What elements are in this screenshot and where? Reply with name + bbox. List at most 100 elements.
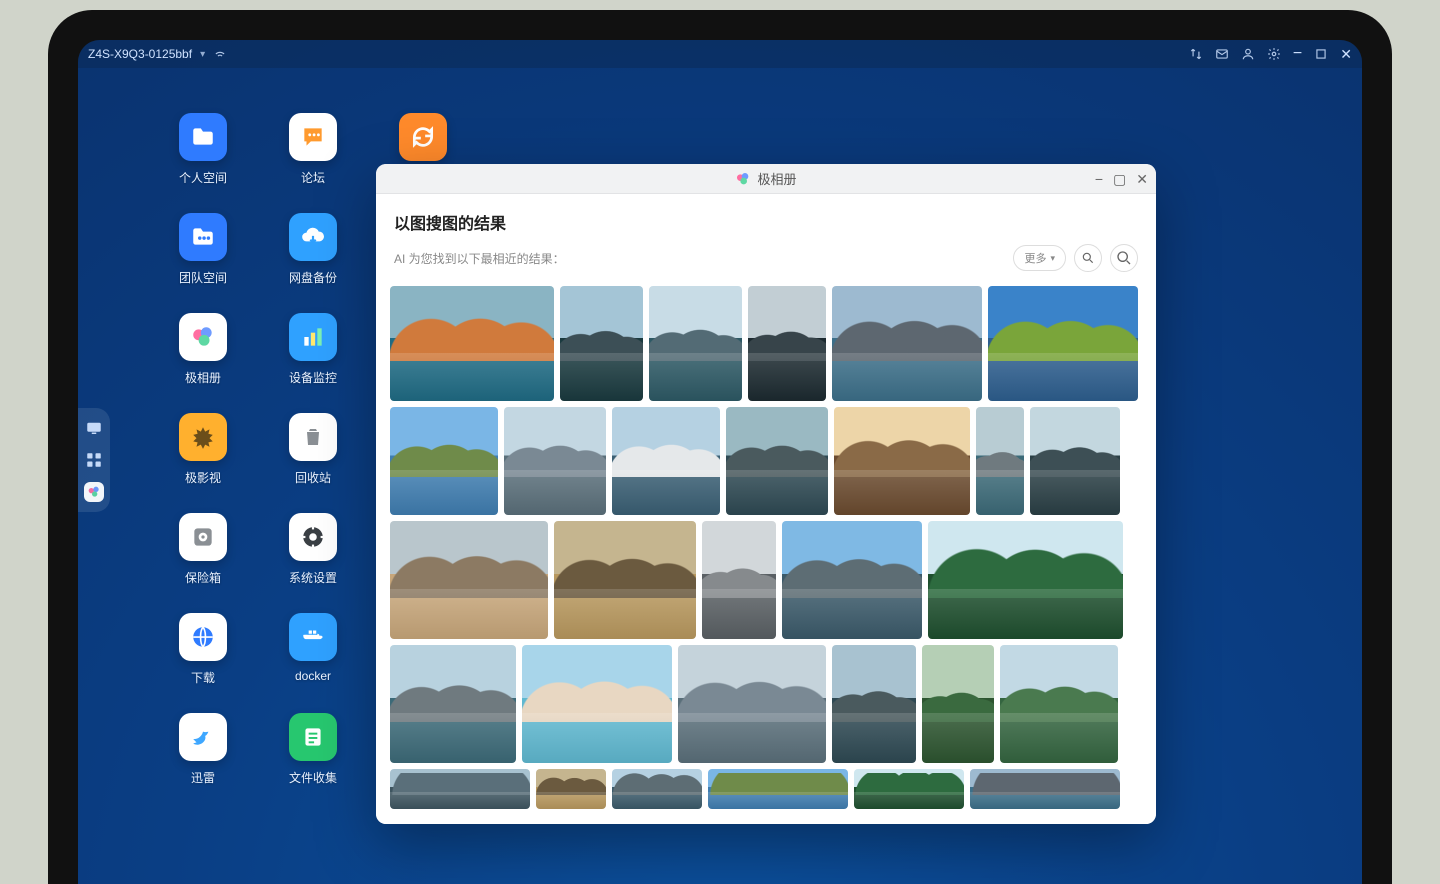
maximize-icon[interactable] [1314,47,1328,61]
desktop-app-personal-space[interactable]: 个人空间 [148,113,258,213]
forum-icon [289,113,337,161]
result-thumbnail[interactable] [970,769,1120,809]
desktop-app-forum[interactable]: 论坛 [258,113,368,213]
window-titlebar[interactable]: 极相册 − ▢ ✕ [376,164,1156,194]
result-thumbnail[interactable] [390,286,554,401]
result-thumbnail[interactable] [854,769,964,809]
desktop-app-xunlei[interactable]: 迅雷 [148,713,258,813]
app-label: 保险箱 [185,569,221,586]
file-collect-icon [289,713,337,761]
app-label: 网盘备份 [289,269,337,286]
desktop-app-trash[interactable]: 回收站 [258,413,368,513]
app-label: docker [295,669,331,683]
app-label: 团队空间 [179,269,227,286]
result-thumbnail[interactable] [976,407,1024,515]
window-title: 极相册 [757,169,796,188]
result-thumbnail[interactable] [390,645,516,763]
result-thumbnail[interactable] [832,286,982,401]
desktop-app-docker[interactable]: docker [258,613,368,713]
cloud-backup-icon [289,213,337,261]
result-thumbnail[interactable] [988,286,1138,401]
vault-icon [179,513,227,561]
result-thumbnail[interactable] [612,769,702,809]
sync-icon [399,113,447,161]
result-thumbnail[interactable] [922,645,994,763]
zoom-large-button[interactable] [1110,244,1138,272]
app-label: 极相册 [185,369,221,386]
result-thumbnail[interactable] [708,769,848,809]
result-thumbnail[interactable] [928,521,1123,639]
desktop-app-download[interactable]: 下载 [148,613,258,713]
result-thumbnail[interactable] [1030,407,1120,515]
xunlei-icon [179,713,227,761]
chevron-down-icon: ▾ [1050,253,1055,264]
result-thumbnail[interactable] [522,645,672,763]
app-label: 论坛 [301,169,325,186]
app-label: 设备监控 [289,369,337,386]
gear-icon[interactable] [1267,47,1281,61]
result-thumbnail[interactable] [834,407,970,515]
device-monitor-icon [289,313,337,361]
desktop-app-device-monitor[interactable]: 设备监控 [258,313,368,413]
app-label: 迅雷 [191,769,215,786]
settings-icon [289,513,337,561]
result-thumbnail[interactable] [390,769,530,809]
more-dropdown[interactable]: 更多 ▾ [1013,245,1066,271]
dock-desktop-icon[interactable] [84,418,104,438]
window-minimize-button[interactable]: − [1095,172,1103,186]
desktop-app-team-space[interactable]: 团队空间 [148,213,258,313]
user-icon[interactable] [1241,47,1255,61]
result-thumbnail[interactable] [1000,645,1118,763]
minimize-icon[interactable]: − [1293,45,1302,63]
desktop-app-cloud-backup[interactable]: 网盘备份 [258,213,368,313]
video-icon [179,413,227,461]
result-thumbnail[interactable] [560,286,643,401]
system-topbar: Z4S-X9Q3-0125bbf ▾ − ✕ [78,40,1362,68]
app-label: 下载 [191,669,215,686]
result-thumbnail[interactable] [702,521,776,639]
gallery-window: 极相册 − ▢ ✕ 以图搜图的结果 AI 为您找到以下最相近的结果： [376,164,1156,824]
window-close-button[interactable]: ✕ [1136,172,1148,186]
mail-icon[interactable] [1215,47,1229,61]
chevron-down-icon[interactable]: ▾ [200,49,205,60]
dock-gallery-icon[interactable] [84,482,104,502]
result-gallery [376,280,1156,824]
app-label: 系统设置 [289,569,337,586]
result-title: 以图搜图的结果 [394,210,1138,234]
app-logo-icon [735,171,751,187]
dock-apps-icon[interactable] [84,450,104,470]
transfer-icon[interactable] [1189,47,1203,61]
result-thumbnail[interactable] [612,407,720,515]
result-thumbnail[interactable] [554,521,696,639]
app-label: 回收站 [295,469,331,486]
window-maximize-button[interactable]: ▢ [1113,172,1126,186]
result-thumbnail[interactable] [782,521,922,639]
result-thumbnail[interactable] [504,407,606,515]
gallery-app-icon [179,313,227,361]
download-icon [179,613,227,661]
result-thumbnail[interactable] [726,407,828,515]
desktop-app-settings[interactable]: 系统设置 [258,513,368,613]
trash-icon [289,413,337,461]
result-thumbnail[interactable] [536,769,606,809]
close-icon[interactable]: ✕ [1340,46,1352,63]
desktop-app-gallery-app[interactable]: 极相册 [148,313,258,413]
result-subtitle: AI 为您找到以下最相近的结果： [394,250,565,267]
result-thumbnail[interactable] [390,407,498,515]
device-name-label[interactable]: Z4S-X9Q3-0125bbf [88,47,192,61]
app-label: 文件收集 [289,769,337,786]
result-thumbnail[interactable] [649,286,742,401]
docker-icon [289,613,337,661]
result-thumbnail[interactable] [832,645,916,763]
desktop-app-vault[interactable]: 保险箱 [148,513,258,613]
result-thumbnail[interactable] [678,645,826,763]
result-thumbnail[interactable] [748,286,826,401]
zoom-small-button[interactable] [1074,244,1102,272]
desktop-app-file-collect[interactable]: 文件收集 [258,713,368,813]
result-thumbnail[interactable] [390,521,548,639]
team-space-icon [179,213,227,261]
sidebar-dock [78,408,110,512]
app-label: 个人空间 [179,169,227,186]
personal-space-icon [179,113,227,161]
desktop-app-video[interactable]: 极影视 [148,413,258,513]
